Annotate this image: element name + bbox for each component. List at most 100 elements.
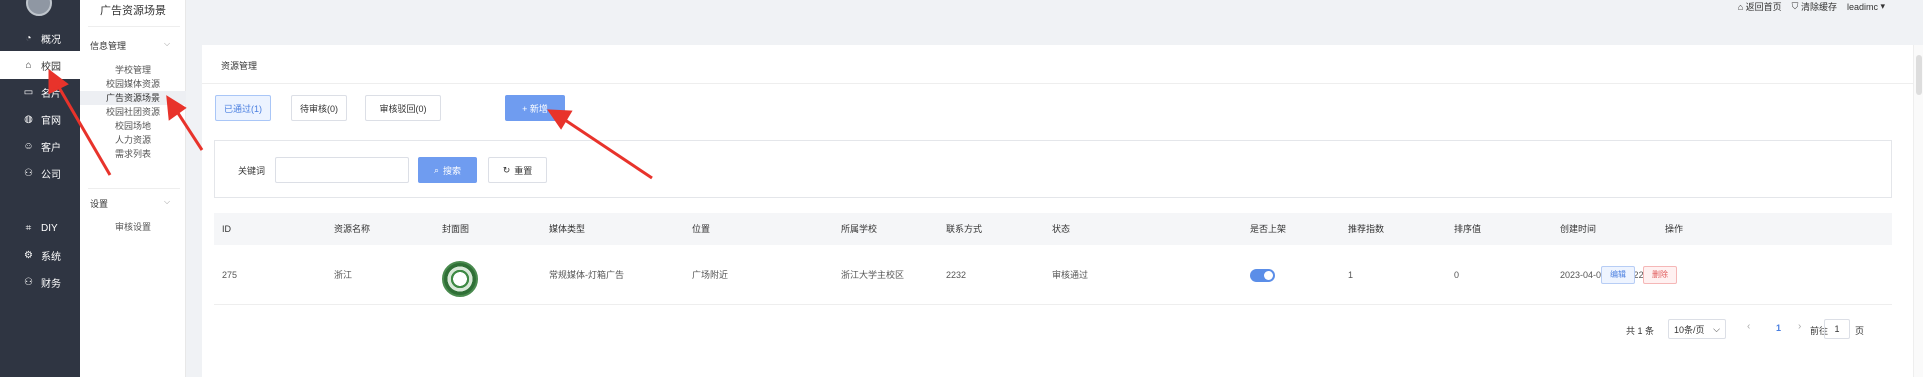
diy-icon: ⌗	[25, 222, 32, 234]
sidebar-item-diy[interactable]: ⌗ DIY	[0, 214, 80, 242]
submenu: 广告资源场景 信息管理 ⌵ 学校管理 校园媒体资源 广告资源场景 校园社团资源 …	[80, 0, 186, 377]
column-header: 状态	[1052, 224, 1071, 234]
top-links: ⌂ 返回首页 ⛉ 清除缓存 leadimc ▾	[1738, 0, 1885, 13]
sidebar-item-label: 名片	[41, 88, 61, 100]
jump-page-input[interactable]: 1	[1824, 319, 1850, 339]
submenu-item-school[interactable]: 学校管理	[80, 63, 186, 77]
card-icon: ▭	[23, 86, 34, 98]
cell-location: 广场附近	[692, 270, 729, 280]
column-header: 媒体类型	[549, 224, 586, 234]
current-page[interactable]: 1	[1776, 323, 1781, 333]
scrollbar-thumb[interactable]	[1916, 55, 1922, 95]
column-header: 操作	[1665, 224, 1684, 234]
sidebar-item-website[interactable]: ◍ 官网	[0, 105, 80, 133]
reset-button[interactable]: ↻ 重置	[488, 157, 547, 183]
submenu-item-club[interactable]: 校园社团资源	[80, 105, 186, 119]
clear-cache-link[interactable]: ⛉ 清除缓存	[1792, 0, 1837, 13]
chevron-down-icon: ⌵	[1713, 323, 1720, 334]
sidebar-item-campus[interactable]: ⌂ 校园	[0, 51, 80, 79]
total-count: 共 1 条	[1626, 325, 1655, 336]
cell-status: 审核通过	[1052, 270, 1089, 280]
divider	[202, 83, 1922, 84]
column-header: 排序值	[1454, 224, 1482, 234]
search-icon: ⌕	[433, 164, 440, 175]
sidebar-item-customer[interactable]: ☺ 客户	[0, 132, 80, 160]
gear-icon: ⚙	[24, 249, 33, 261]
sidebar-item-label: 公司	[41, 169, 61, 181]
sidebar-item-label: DIY	[41, 222, 58, 234]
submenu-item-ad-scene[interactable]: 广告资源场景	[80, 91, 186, 105]
pie-chart-icon: ◔	[25, 32, 32, 44]
column-header: ID	[222, 224, 231, 234]
scrollbar[interactable]	[1913, 45, 1923, 377]
trash-icon: ⛉	[1791, 1, 1801, 11]
table-header: ID 资源名称 封面图 媒体类型 位置 所属学校 联系方式 状态 是否上架 推荐…	[214, 213, 1892, 245]
column-header: 联系方式	[946, 224, 983, 234]
page-size-select[interactable]: 10条/页 ⌵	[1668, 319, 1726, 339]
section-title: 广告资源场景	[100, 5, 166, 17]
main-sidebar: ◔ 概况 ⌂ 校园 ▭ 名片 ◍ 官网 ☺ 客户 ⚇ 公司 ⌗ DIY ⚙ 系统…	[0, 0, 80, 377]
edit-button[interactable]: 编辑	[1601, 266, 1635, 284]
content-card: 资源管理 已通过(1) 待审核(0) 审核驳回(0) + 新增 关键词 ⌕ 搜索…	[202, 45, 1922, 377]
column-header: 资源名称	[334, 224, 371, 234]
cell-id: 275	[222, 270, 238, 280]
add-button[interactable]: + 新增	[505, 95, 565, 121]
cell-sort: 0	[1454, 270, 1460, 280]
submenu-item-venue[interactable]: 校园场地	[80, 119, 186, 133]
globe-icon: ◍	[24, 113, 33, 125]
table-row: 275 浙江 常规媒体-灯箱广告 广场附近 浙江大学主校区 2232 审核通过 …	[214, 245, 1892, 305]
submenu-item-campus-media[interactable]: 校园媒体资源	[80, 77, 186, 91]
filter-panel: 关键词 ⌕ 搜索 ↻ 重置	[214, 140, 1892, 198]
column-header: 创建时间	[1560, 224, 1597, 234]
cell-recommend: 1	[1348, 270, 1354, 280]
sidebar-item-label: 校园	[41, 61, 61, 73]
tab-approved[interactable]: 已通过(1)	[215, 95, 271, 121]
submenu-item-demand[interactable]: 需求列表	[80, 147, 186, 161]
chevron-down-icon[interactable]: ⌵	[164, 39, 170, 49]
submenu-item-hr[interactable]: 人力资源	[80, 133, 186, 147]
sidebar-item-finance[interactable]: ⚇ 财务	[0, 268, 80, 296]
refresh-icon: ↻	[502, 164, 511, 175]
sidebar-item-label: 概况	[41, 34, 61, 46]
cell-name: 浙江	[334, 270, 353, 280]
sidebar-item-label: 客户	[41, 142, 61, 154]
next-page-icon[interactable]: ›	[1798, 321, 1801, 332]
sidebar-item-label: 系统	[41, 251, 61, 263]
person-icon: ☺	[23, 140, 34, 152]
column-header: 位置	[692, 224, 711, 234]
chevron-down-icon[interactable]: ⌵	[164, 197, 170, 207]
avatar[interactable]	[26, 0, 52, 16]
sidebar-item-company[interactable]: ⚇ 公司	[0, 159, 80, 187]
sidebar-item-system[interactable]: ⚙ 系统	[0, 241, 80, 269]
submenu-group-settings[interactable]: 设置	[90, 197, 108, 210]
keyword-input[interactable]	[275, 157, 409, 183]
back-home-link[interactable]: ⌂ 返回首页	[1738, 0, 1782, 13]
finance-icon: ⚇	[24, 276, 33, 288]
link-label: 清除缓存	[1800, 2, 1837, 12]
divider	[88, 188, 180, 189]
user-menu[interactable]: leadimc ▾	[1847, 0, 1885, 13]
cell-media-type: 常规媒体-灯箱广告	[549, 270, 624, 280]
page-size-value: 10条/页	[1674, 324, 1705, 335]
search-button[interactable]: ⌕ 搜索	[418, 157, 477, 183]
search-button-label: 搜索	[443, 165, 462, 176]
keyword-label: 关键词	[238, 166, 266, 176]
column-header: 封面图	[442, 224, 470, 234]
sidebar-item-label: 财务	[41, 278, 61, 290]
listed-toggle[interactable]	[1250, 269, 1275, 282]
reset-button-label: 重置	[514, 165, 533, 176]
submenu-item-audit[interactable]: 审核设置	[80, 220, 186, 234]
home-icon: ⌂	[1737, 1, 1746, 12]
link-label: 返回首页	[1745, 2, 1782, 12]
submenu-group-info[interactable]: 信息管理	[90, 39, 126, 52]
column-header: 所属学校	[841, 224, 878, 234]
page-unit: 页	[1855, 325, 1865, 336]
tab-rejected[interactable]: 审核驳回(0)	[365, 95, 441, 121]
sidebar-item-overview[interactable]: ◔ 概况	[0, 24, 80, 52]
prev-page-icon[interactable]: ‹	[1747, 321, 1750, 332]
tab-pending[interactable]: 待审核(0)	[291, 95, 347, 121]
username: leadimc	[1846, 1, 1878, 12]
school-icon: ⌂	[25, 59, 32, 71]
sidebar-item-card[interactable]: ▭ 名片	[0, 78, 80, 106]
delete-button[interactable]: 删除	[1643, 266, 1677, 284]
